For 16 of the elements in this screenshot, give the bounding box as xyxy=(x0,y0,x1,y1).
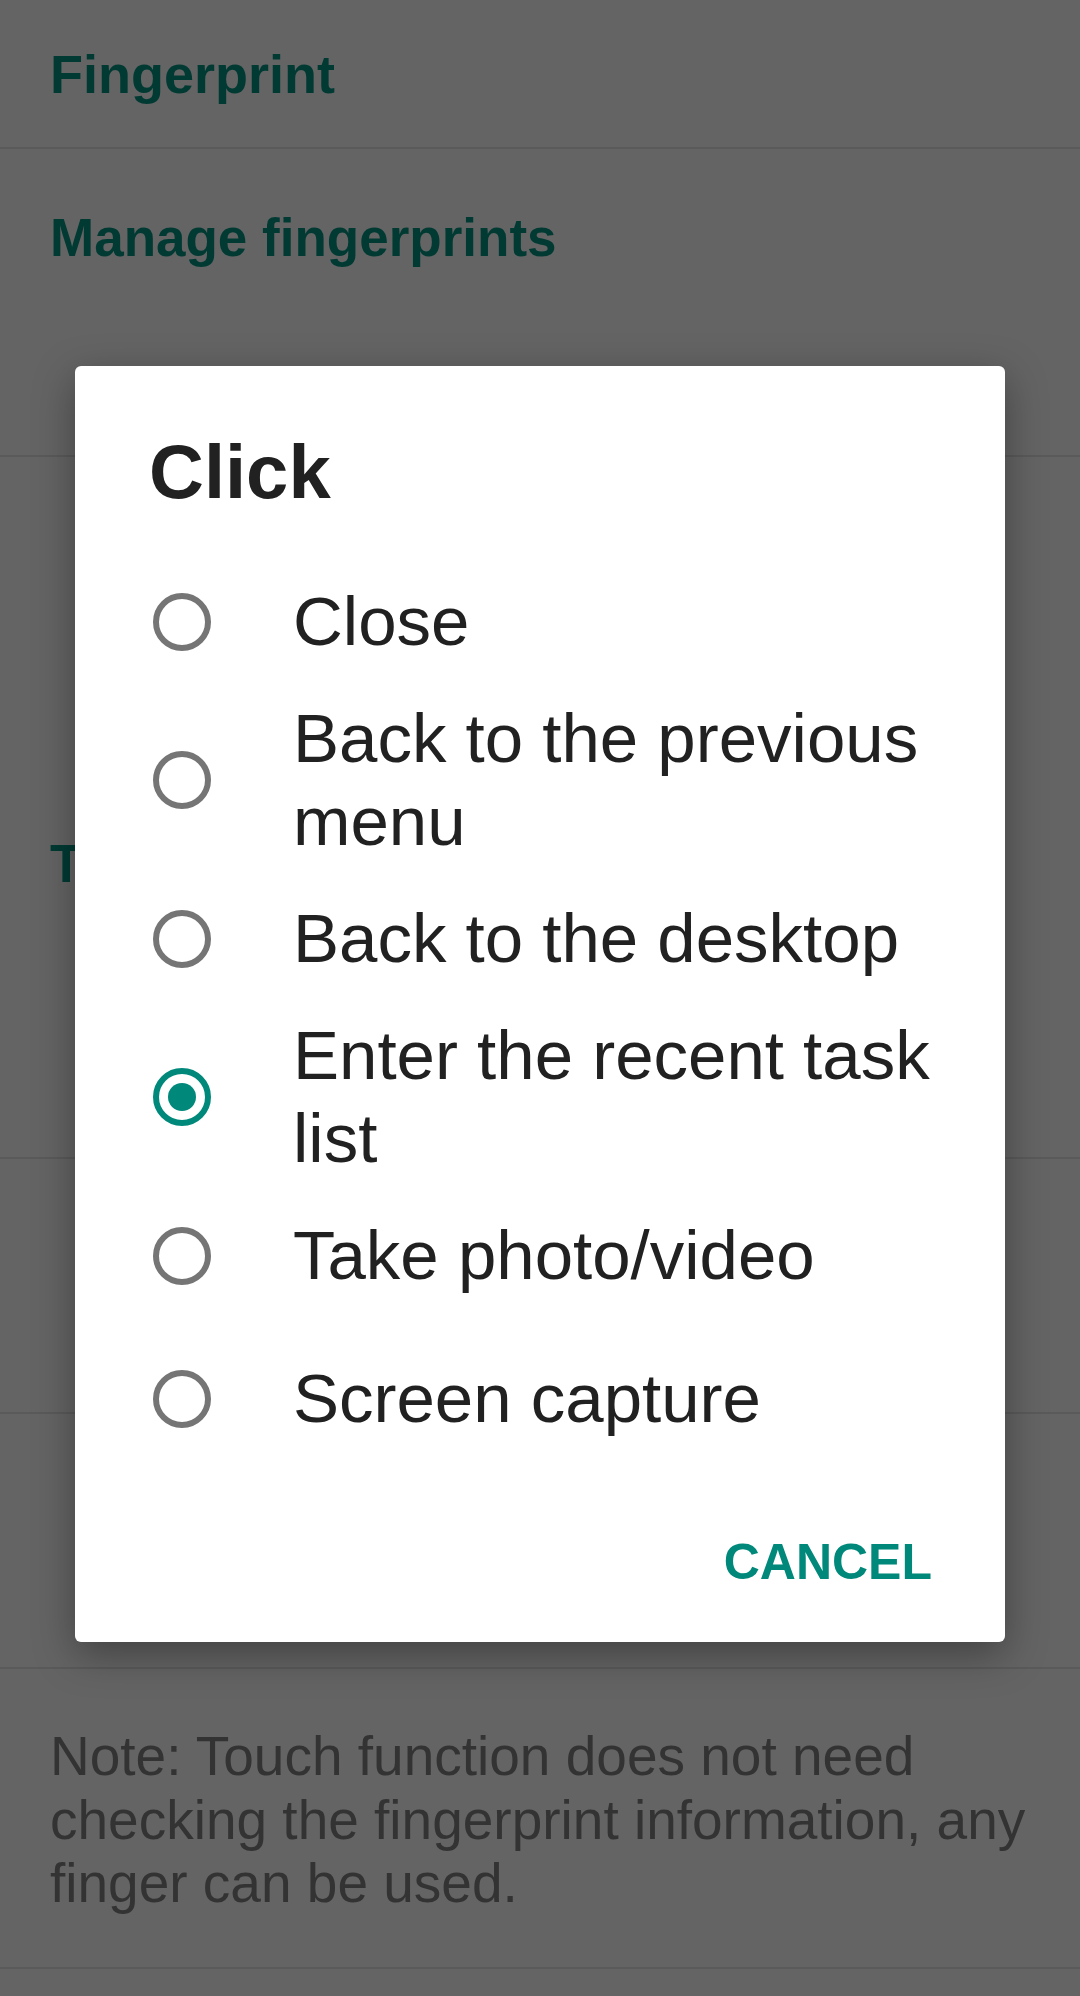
dialog-title: Click xyxy=(149,428,331,516)
radio-option[interactable]: Take photo/video xyxy=(75,1184,1005,1328)
cancel-button[interactable]: CANCEL xyxy=(703,1512,952,1613)
radio-option[interactable]: Back to the desktop xyxy=(75,867,1005,1011)
radio-icon[interactable] xyxy=(153,909,211,968)
radio-option[interactable]: Screen capture xyxy=(75,1327,1005,1471)
radio-icon[interactable] xyxy=(153,1226,211,1285)
radio-option[interactable]: Enter the recent task list xyxy=(75,1010,1005,1185)
radio-icon[interactable] xyxy=(153,1369,211,1428)
radio-icon[interactable] xyxy=(153,751,211,810)
category-header: Manage fingerprints xyxy=(50,207,557,269)
radio-icon[interactable] xyxy=(153,1068,211,1127)
radio-icon[interactable] xyxy=(153,592,211,651)
radio-option[interactable]: Close xyxy=(75,550,1005,694)
radio-option[interactable]: Back to the previous menu xyxy=(75,693,1005,868)
screen-title: Fingerprint xyxy=(50,42,335,106)
